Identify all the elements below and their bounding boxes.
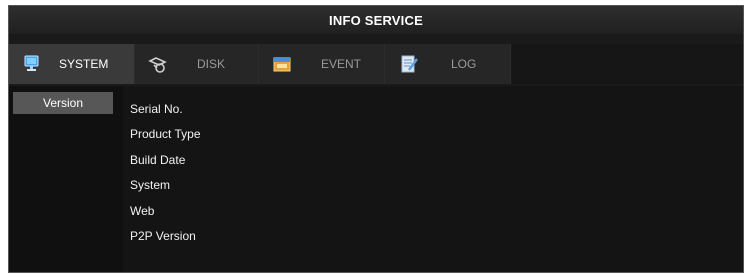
info-list: Serial No. Product Type Build Date Syste…: [130, 96, 201, 249]
log-icon: [395, 53, 421, 75]
tab-disk-label: DISK: [197, 57, 226, 71]
tab-event-label: EVENT: [321, 57, 362, 71]
tab-disk[interactable]: DISK: [135, 44, 259, 84]
tab-system-label: SYSTEM: [59, 57, 109, 71]
info-service-window: INFO SERVICE SYSTEM DISK EVENT LOG Versi…: [8, 5, 744, 273]
monitor-icon: [19, 53, 45, 75]
tab-event[interactable]: EVENT: [259, 44, 385, 84]
sidebar-item-version[interactable]: Version: [13, 92, 113, 114]
window-title: INFO SERVICE: [329, 12, 423, 28]
disk-icon: [145, 53, 171, 75]
p2p-version-label: P2P Version: [130, 229, 196, 244]
tab-log[interactable]: LOG: [385, 44, 511, 84]
window-titlebar: INFO SERVICE: [9, 6, 743, 34]
product-type-label: Product Type: [130, 127, 201, 142]
web-label: Web: [130, 203, 155, 218]
system-label: System: [130, 178, 171, 193]
sidebar-item-label: Version: [42, 96, 84, 110]
tab-system[interactable]: SYSTEM: [9, 44, 135, 84]
tab-bar: SYSTEM DISK EVENT LOG: [9, 44, 743, 84]
event-icon: [269, 53, 295, 75]
build-date-label: Build Date: [130, 152, 186, 167]
serial-no-label: Serial No.: [130, 101, 183, 116]
version-info-panel: Serial No. Product Type Build Date Syste…: [123, 86, 743, 272]
sidebar: Version: [9, 86, 123, 272]
tab-log-label: LOG: [451, 57, 477, 71]
